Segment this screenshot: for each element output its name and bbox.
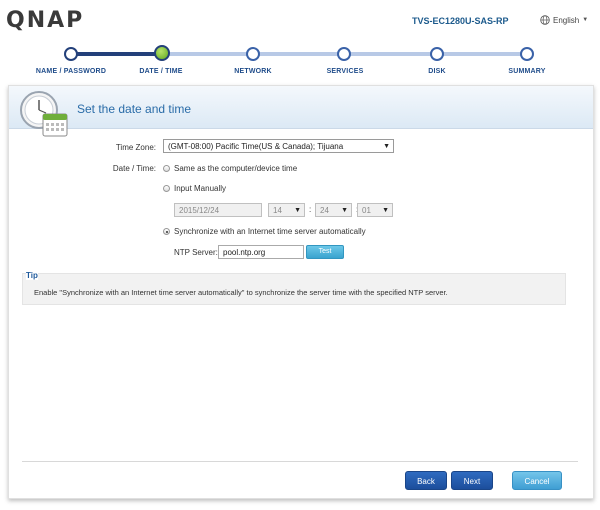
progress-track-done — [70, 52, 162, 56]
language-selector[interactable]: English ▼ — [540, 15, 588, 25]
test-button[interactable]: Test — [306, 245, 344, 259]
step-node-name-password — [64, 47, 78, 61]
ntp-server-label: NTP Server: — [174, 248, 218, 257]
dropdown-arrow-icon: ▼ — [383, 143, 390, 150]
radio-input-manually[interactable] — [163, 185, 170, 192]
top-bar: QNAP TVS-EC1280U-SAS-RP English ▼ — [0, 0, 600, 42]
timezone-value: (GMT-08:00) Pacific Time(US & Canada); T… — [168, 142, 344, 151]
next-button[interactable]: Next — [451, 471, 493, 490]
step-label-summary: SUMMARY — [508, 68, 546, 75]
dropdown-arrow-icon: ▼ — [382, 207, 389, 214]
date-field[interactable]: 2015/12/24 — [174, 203, 262, 217]
cancel-button[interactable]: Cancel — [512, 471, 562, 490]
wizard-steps: NAME / PASSWORD DATE / TIME NETWORK SERV… — [0, 42, 600, 82]
hour-select[interactable]: 14 ▼ — [268, 203, 305, 217]
page-title: Set the date and time — [77, 102, 192, 116]
back-button[interactable]: Back — [405, 471, 447, 490]
hour-value: 14 — [273, 206, 282, 215]
date-value: 2015/12/24 — [179, 206, 220, 215]
dropdown-arrow-icon: ▼ — [294, 207, 301, 214]
tip-title: Tip — [26, 271, 38, 280]
option-same-as-device-label: Same as the computer/device time — [174, 164, 298, 173]
step-node-disk — [430, 47, 444, 61]
radio-same-as-device[interactable] — [163, 165, 170, 172]
step-node-network — [246, 47, 260, 61]
globe-icon — [540, 15, 550, 25]
step-node-services — [337, 47, 351, 61]
option-input-manually-label: Input Manually — [174, 184, 227, 193]
step-label-disk: DISK — [428, 68, 446, 75]
clock-calendar-icon — [20, 91, 68, 137]
step-node-summary — [520, 47, 534, 61]
footer-divider — [22, 461, 578, 462]
panel-header: Set the date and time — [9, 86, 593, 137]
step-label-services: SERVICES — [326, 68, 364, 75]
radio-ntp-sync[interactable] — [163, 228, 170, 235]
timezone-select[interactable]: (GMT-08:00) Pacific Time(US & Canada); T… — [163, 139, 394, 153]
qnap-logo: QNAP — [6, 8, 85, 33]
minute-select[interactable]: 24 ▼ — [315, 203, 352, 217]
device-model: TVS-EC1280U-SAS-RP — [412, 16, 509, 26]
ntp-server-input[interactable] — [218, 245, 304, 259]
dropdown-arrow-icon: ▼ — [341, 207, 348, 214]
second-select[interactable]: 01 ▼ — [357, 203, 393, 217]
time-separator: : — [309, 205, 312, 214]
option-ntp-sync-label: Synchronize with an Internet time server… — [174, 227, 366, 236]
chevron-down-icon: ▼ — [582, 17, 589, 23]
minute-value: 24 — [320, 206, 329, 215]
language-label: English — [553, 15, 580, 25]
tip-text: Enable "Synchronize with an Internet tim… — [34, 288, 448, 297]
step-label-network: NETWORK — [234, 68, 272, 75]
timezone-label: Time Zone: — [115, 143, 156, 152]
step-label-name-password: NAME / PASSWORD — [35, 68, 107, 75]
step-node-date-time — [154, 45, 170, 61]
step-label-date-time: DATE / TIME — [139, 68, 183, 75]
second-value: 01 — [362, 206, 371, 215]
datetime-label: Date / Time: — [112, 164, 156, 173]
